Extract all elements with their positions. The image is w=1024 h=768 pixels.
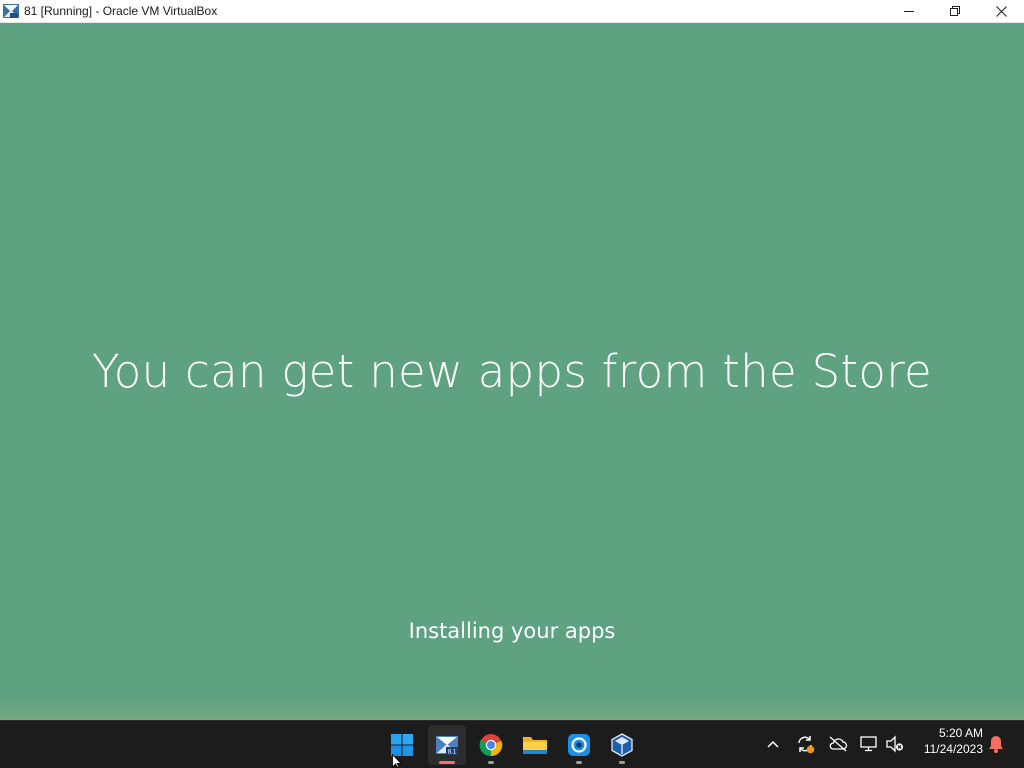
cloud-off-icon bbox=[829, 736, 848, 752]
taskbar-app-file-explorer[interactable] bbox=[516, 725, 554, 765]
bottom-gradient bbox=[0, 698, 1024, 720]
open-indicator bbox=[576, 761, 582, 764]
volume-muted-icon bbox=[886, 735, 904, 753]
setup-status: Installing your apps bbox=[408, 619, 616, 643]
virtualbox-vm-icon bbox=[3, 3, 19, 19]
setup-headline: You can get new apps from the Store bbox=[91, 345, 933, 398]
window-controls bbox=[886, 0, 1024, 23]
tray-volume-button[interactable] bbox=[884, 733, 906, 755]
clock-date: 11/24/2023 bbox=[923, 742, 983, 756]
clock-time: 5:20 AM bbox=[938, 726, 983, 740]
folder-icon bbox=[523, 737, 547, 754]
window-titlebar[interactable]: 81 [Running] - Oracle VM VirtualBox bbox=[0, 0, 1024, 23]
open-indicator bbox=[619, 761, 625, 764]
taskbar-app-virtualbox-vm[interactable]: 8.1 bbox=[428, 725, 466, 765]
taskbar-app-virtualbox-manager[interactable] bbox=[603, 725, 641, 765]
network-icon bbox=[860, 736, 877, 752]
minimize-button[interactable] bbox=[886, 0, 932, 23]
mouse-cursor-icon bbox=[392, 754, 402, 768]
start-button[interactable] bbox=[383, 725, 421, 765]
virtualbox-icon bbox=[611, 733, 633, 757]
restore-icon bbox=[949, 6, 960, 16]
notification-bell-icon bbox=[989, 736, 1003, 753]
minimize-icon bbox=[903, 11, 914, 12]
tray-sync-button[interactable] bbox=[794, 733, 816, 755]
taskbar-clock[interactable]: 5:20 AM 11/24/2023 bbox=[913, 725, 983, 757]
taskbar-app-chrome[interactable] bbox=[472, 725, 510, 765]
vm-guest-screen[interactable]: You can get new apps from the Store Inst… bbox=[0, 23, 1024, 720]
tray-overflow-button[interactable] bbox=[762, 733, 784, 755]
close-button[interactable] bbox=[978, 0, 1024, 23]
virtualbox-vm-icon: 8.1 bbox=[436, 736, 458, 756]
taskbar: 8.1 bbox=[0, 720, 1024, 768]
open-indicator bbox=[488, 761, 494, 764]
notifications-button[interactable] bbox=[985, 733, 1007, 755]
chrome-icon bbox=[479, 734, 503, 757]
blue-app-icon bbox=[568, 734, 590, 756]
sync-icon bbox=[798, 736, 815, 754]
focused-indicator bbox=[439, 761, 455, 764]
chevron-up-icon bbox=[767, 740, 779, 748]
taskbar-app-blue[interactable] bbox=[560, 725, 598, 765]
tray-network-button[interactable] bbox=[858, 733, 880, 755]
vm-version-badge: 8.1 bbox=[448, 750, 457, 756]
window-title: 81 [Running] - Oracle VM VirtualBox bbox=[24, 4, 218, 18]
close-icon bbox=[995, 6, 1007, 17]
tray-cloud-button[interactable] bbox=[827, 733, 849, 755]
restore-button[interactable] bbox=[932, 0, 978, 23]
